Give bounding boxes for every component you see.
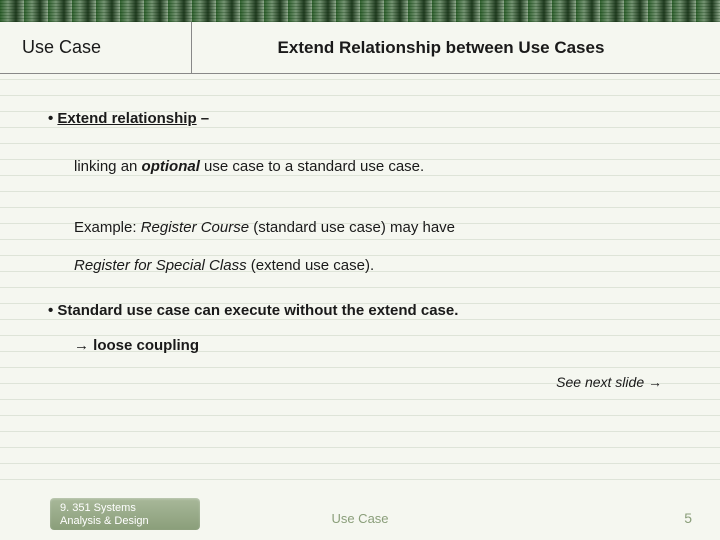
extend-relationship-term: Extend relationship (57, 110, 196, 127)
slide-header: Use Case Extend Relationship between Use… (0, 22, 720, 74)
linking-description: linking an optional use case to a standa… (74, 155, 672, 179)
slide-content: • Extend relationship – linking an optio… (0, 74, 720, 495)
example-mid: (standard use case) may have (249, 219, 455, 236)
decorative-top-border (0, 0, 720, 22)
example-label: Example: (74, 219, 141, 236)
header-category: Use Case (0, 22, 192, 73)
loose-coupling-line: → loose coupling (74, 337, 672, 354)
register-course-term: Register Course (141, 219, 249, 236)
bullet1-dash: – (197, 110, 210, 127)
bullet-extend-relationship: • Extend relationship – (48, 110, 672, 127)
linking-post: use case to a standard use case. (200, 158, 424, 175)
slide-footer: 9. 351 Systems Analysis & Design Use Cas… (0, 495, 720, 540)
example-block: Example: Register Course (standard use c… (74, 209, 672, 284)
bullet-marker: • (48, 110, 57, 127)
register-special-class-term: Register for Special Class (74, 257, 247, 274)
bullet-standard-usecase: • Standard use case can execute without … (48, 302, 672, 319)
linking-pre: linking an (74, 158, 142, 175)
arrow-icon: → (74, 337, 89, 354)
loose-coupling-text: loose coupling (89, 337, 199, 354)
see-next-arrow-icon: → (648, 374, 662, 390)
page-number: 5 (684, 510, 692, 526)
see-next-text: See next slide (556, 374, 648, 390)
example-post: (extend use case). (247, 257, 375, 274)
slide-title: Extend Relationship between Use Cases (192, 38, 720, 58)
optional-word: optional (142, 158, 200, 175)
see-next-slide: See next slide → (48, 374, 672, 390)
footer-topic: Use Case (0, 511, 720, 526)
